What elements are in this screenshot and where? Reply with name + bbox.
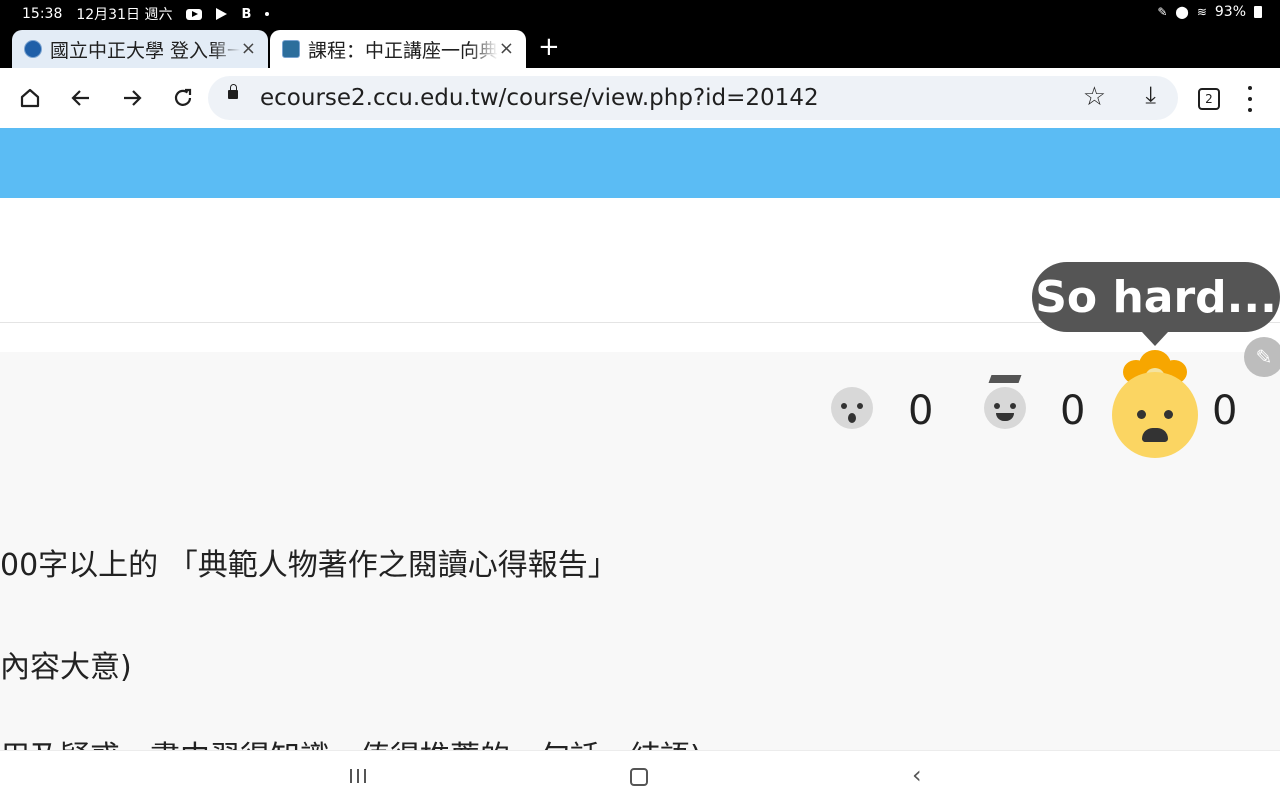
pen-icon: ✎: [1157, 5, 1168, 19]
exploding-head-icon[interactable]: [1112, 372, 1198, 458]
reaction-graduate[interactable]: [984, 375, 1026, 429]
back-nav-icon[interactable]: ‹: [912, 761, 922, 789]
tab-switcher-button[interactable]: 2: [1198, 88, 1220, 110]
reaction-count: 0: [908, 388, 934, 434]
home-nav-icon[interactable]: [630, 768, 648, 786]
youtube-icon: [186, 8, 203, 20]
location-icon: ⬤: [1175, 5, 1189, 19]
more-notifications-icon: [265, 12, 270, 16]
status-date: 12月31日 週六: [76, 7, 173, 23]
tab-strip: 國立中正大學 登入單一入口 × 課程：中正講座一向典範學習 × +: [0, 26, 1280, 68]
edit-button[interactable]: ✎: [1244, 337, 1280, 377]
download-icon[interactable]: ⤓: [1145, 81, 1156, 109]
system-navigation-bar: ‹: [0, 750, 1280, 801]
arrow-right-icon: [124, 90, 142, 106]
browser-toolbar: ecourse2.ccu.edu.tw/course/view.php?id=2…: [0, 68, 1280, 128]
reload-icon: [174, 88, 192, 106]
assignment-text-line: 00字以上的 「典範人物著作之閱讀心得報告」: [0, 548, 618, 583]
lock-icon: [228, 84, 238, 99]
reload-button[interactable]: [165, 80, 201, 116]
graduate-face-icon[interactable]: [984, 375, 1026, 429]
url-text[interactable]: ecourse2.ccu.edu.tw/course/view.php?id=2…: [260, 85, 819, 111]
reaction-tooltip: So hard...: [1032, 262, 1280, 346]
play-store-icon: [216, 8, 228, 20]
arrow-left-icon: [71, 90, 89, 106]
tab-title: 國立中正大學 登入單一入口: [50, 39, 240, 62]
recent-apps-icon[interactable]: [350, 769, 366, 783]
tab-login[interactable]: 國立中正大學 登入單一入口 ×: [12, 30, 268, 68]
pencil-icon: ✎: [1255, 345, 1273, 369]
status-bar: 15:38 12月31日 週六 B ✎ ⬤ ≋ 93%: [0, 0, 1280, 26]
wifi-icon: ≋: [1196, 5, 1207, 19]
tab-course[interactable]: 課程：中正講座一向典範學習 ×: [270, 30, 526, 68]
back-button[interactable]: [63, 80, 99, 116]
status-time: 15:38: [22, 6, 63, 22]
assignment-text-line: 內容大意): [0, 650, 132, 685]
reaction-count: 0: [1060, 388, 1086, 434]
site-header-banner: [0, 128, 1280, 198]
bookmark-star-icon[interactable]: ☆: [1083, 82, 1106, 112]
moodle-favicon-icon: [282, 40, 300, 58]
ccu-favicon-icon: [24, 40, 42, 58]
home-button[interactable]: [12, 80, 48, 116]
forward-button[interactable]: [114, 80, 150, 116]
close-icon[interactable]: ×: [241, 38, 256, 59]
battery-icon: [1254, 6, 1262, 18]
surprised-face-icon[interactable]: [831, 387, 873, 429]
new-tab-button[interactable]: +: [538, 30, 560, 64]
home-icon: [20, 88, 40, 108]
address-bar[interactable]: ecourse2.ccu.edu.tw/course/view.php?id=2…: [208, 76, 1178, 120]
b-app-icon: B: [241, 6, 252, 22]
tab-title: 課程：中正講座一向典範學習: [308, 39, 498, 62]
menu-dots-icon[interactable]: [1240, 86, 1260, 112]
reaction-surprised[interactable]: [831, 387, 873, 429]
close-icon[interactable]: ×: [499, 38, 514, 59]
battery-percent: 93%: [1214, 4, 1246, 20]
reaction-count: 0: [1212, 388, 1238, 434]
